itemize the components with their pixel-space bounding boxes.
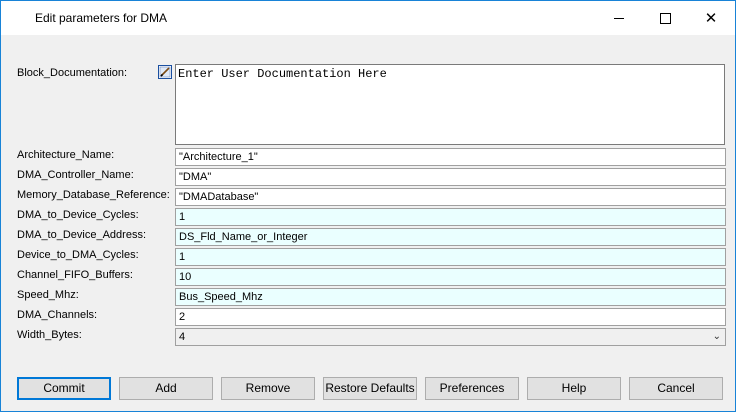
title-bar[interactable]: Edit parameters for DMA ✕: [1, 1, 735, 35]
dma-to-device-address-input[interactable]: DS_Fld_Name_or_Integer: [175, 228, 726, 246]
chevron-down-icon[interactable]: ⌄: [713, 329, 721, 345]
label-channel-fifo-buffers: Channel_FIFO_Buffers:: [17, 269, 133, 281]
edit-documentation-icon[interactable]: [158, 65, 172, 79]
label-memory-database-reference: Memory_Database_Reference:: [17, 189, 170, 201]
dialog-window: Edit parameters for DMA ✕ Block_Document…: [0, 0, 736, 412]
memory-database-reference-input[interactable]: "DMADatabase": [175, 188, 726, 206]
architecture-name-input[interactable]: "Architecture_1": [175, 148, 726, 166]
label-block-documentation: Block_Documentation:: [17, 67, 128, 79]
label-dma-channels: DMA_Channels:: [17, 309, 98, 321]
label-device-to-dma-cycles: Device_to_DMA_Cycles:: [17, 249, 139, 261]
device-to-dma-cycles-input[interactable]: 1: [175, 248, 726, 266]
label-architecture-name: Architecture_Name:: [17, 149, 115, 161]
label-speed-mhz: Speed_Mhz:: [17, 289, 79, 301]
minimize-icon: [614, 17, 624, 19]
window-title: Edit parameters for DMA: [35, 11, 168, 25]
remove-button[interactable]: Remove: [221, 377, 315, 400]
width-bytes-value: 4: [179, 331, 186, 343]
close-button[interactable]: ✕: [688, 1, 734, 35]
speed-mhz-input[interactable]: Bus_Speed_Mhz: [175, 288, 726, 306]
commit-button[interactable]: Commit: [17, 377, 111, 400]
help-button[interactable]: Help: [527, 377, 621, 400]
cancel-button[interactable]: Cancel: [629, 377, 723, 400]
channel-fifo-buffers-input[interactable]: 10: [175, 268, 726, 286]
close-icon: ✕: [704, 8, 718, 27]
label-dma-to-device-cycles: DMA_to_Device_Cycles:: [17, 209, 139, 221]
maximize-button[interactable]: [642, 1, 688, 35]
dma-controller-name-input[interactable]: "DMA": [175, 168, 726, 186]
width-bytes-select[interactable]: 4 ⌄: [175, 328, 726, 346]
dma-to-device-cycles-input[interactable]: 1: [175, 208, 726, 226]
label-width-bytes: Width_Bytes:: [17, 329, 82, 341]
maximize-icon: [659, 12, 671, 24]
label-dma-to-device-address: DMA_to_Device_Address:: [17, 229, 147, 241]
dma-channels-input[interactable]: 2: [175, 308, 726, 326]
label-dma-controller-name: DMA_Controller_Name:: [17, 169, 134, 181]
add-button[interactable]: Add: [119, 377, 213, 400]
block-documentation-textarea[interactable]: Enter User Documentation Here: [175, 64, 725, 145]
minimize-button[interactable]: [596, 1, 642, 35]
restore-defaults-button[interactable]: Restore Defaults: [323, 377, 417, 400]
preferences-button[interactable]: Preferences: [425, 377, 519, 400]
